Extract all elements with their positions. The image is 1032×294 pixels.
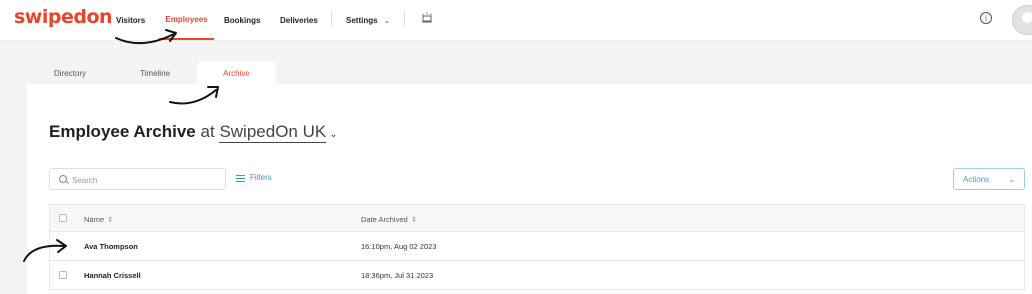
chevron-down-icon: ⌄ — [1008, 174, 1015, 184]
actions-label: Actions — [963, 174, 990, 184]
nav-visitors-label: Visitors — [116, 15, 146, 25]
column-date-label: Date Archived — [361, 215, 408, 224]
notification-icon[interactable] — [420, 11, 434, 25]
tab-timeline-label: Timeline — [140, 68, 170, 78]
employee-name[interactable]: Ava Thompson — [84, 242, 138, 251]
nav-divider — [404, 12, 405, 26]
sort-icon: ⇕ — [410, 215, 417, 224]
nav-settings-label: Settings — [346, 15, 378, 25]
tab-archive-label: Archive — [223, 68, 250, 78]
select-all-checkbox[interactable] — [59, 214, 67, 222]
actions-dropdown[interactable]: Actions ⌄ — [953, 168, 1025, 190]
tab-archive[interactable]: Archive — [197, 62, 276, 84]
chevron-down-icon: ⌄ — [383, 15, 391, 25]
employee-name[interactable]: Hannah Crissell — [84, 271, 141, 280]
search-box[interactable] — [49, 168, 226, 190]
swipedon-logo[interactable]: swipedon — [14, 6, 113, 28]
search-input[interactable] — [70, 172, 224, 188]
nav-visitors[interactable]: Visitors — [110, 0, 151, 40]
date-archived: 16:10pm, Aug 02 2023 — [361, 242, 437, 251]
top-navigation-bar: swipedon Visitors Employees Bookings Del… — [0, 0, 1032, 41]
filters-button[interactable]: Filters — [236, 173, 272, 182]
nav-deliveries-label: Deliveries — [280, 15, 318, 25]
column-header-date-archived[interactable]: Date Archived ⇕ — [361, 215, 417, 224]
nav-employees-label: Employees — [165, 14, 208, 24]
nav-divider — [331, 12, 332, 26]
archive-table: Name ⇕ Date Archived ⇕ Ava Thompson 16:10p… — [49, 204, 1025, 290]
row-checkbox[interactable] — [59, 271, 67, 279]
chevron-down-icon[interactable]: ⌄ — [329, 129, 337, 140]
filters-label: Filters — [250, 173, 272, 182]
nav-employees[interactable]: Employees — [159, 0, 214, 40]
filter-icon — [236, 174, 245, 182]
location-selector[interactable]: SwipedOn UK — [219, 122, 327, 143]
table-row[interactable]: Hannah Crissell 18:36pm, Jul 31 2023 — [49, 261, 1025, 290]
nav-settings[interactable]: Settings ⌄ — [340, 0, 396, 40]
page-title-text: Employee Archive — [49, 122, 196, 141]
column-name-label: Name — [84, 215, 105, 224]
tab-directory-label: Directory — [53, 68, 86, 78]
page-title-at: at — [200, 122, 215, 141]
date-archived: 18:36pm, Jul 31 2023 — [361, 271, 434, 280]
nav-bookings-label: Bookings — [224, 15, 261, 25]
user-avatar[interactable] — [1012, 5, 1032, 35]
column-header-name[interactable]: Name ⇕ — [84, 215, 113, 224]
sort-icon: ⇕ — [107, 215, 114, 224]
tab-timeline[interactable]: Timeline — [125, 62, 185, 84]
info-icon[interactable]: i — [980, 12, 992, 24]
nav-bookings[interactable]: Bookings — [218, 0, 266, 40]
search-icon — [59, 175, 67, 183]
page-title: Employee Archive at SwipedOn UK ⌄ — [49, 122, 338, 143]
nav-deliveries[interactable]: Deliveries — [274, 0, 324, 40]
tab-directory[interactable]: Directory — [40, 62, 100, 84]
table-row[interactable]: Ava Thompson 16:10pm, Aug 02 2023 — [49, 232, 1025, 261]
table-header: Name ⇕ Date Archived ⇕ — [49, 204, 1025, 232]
